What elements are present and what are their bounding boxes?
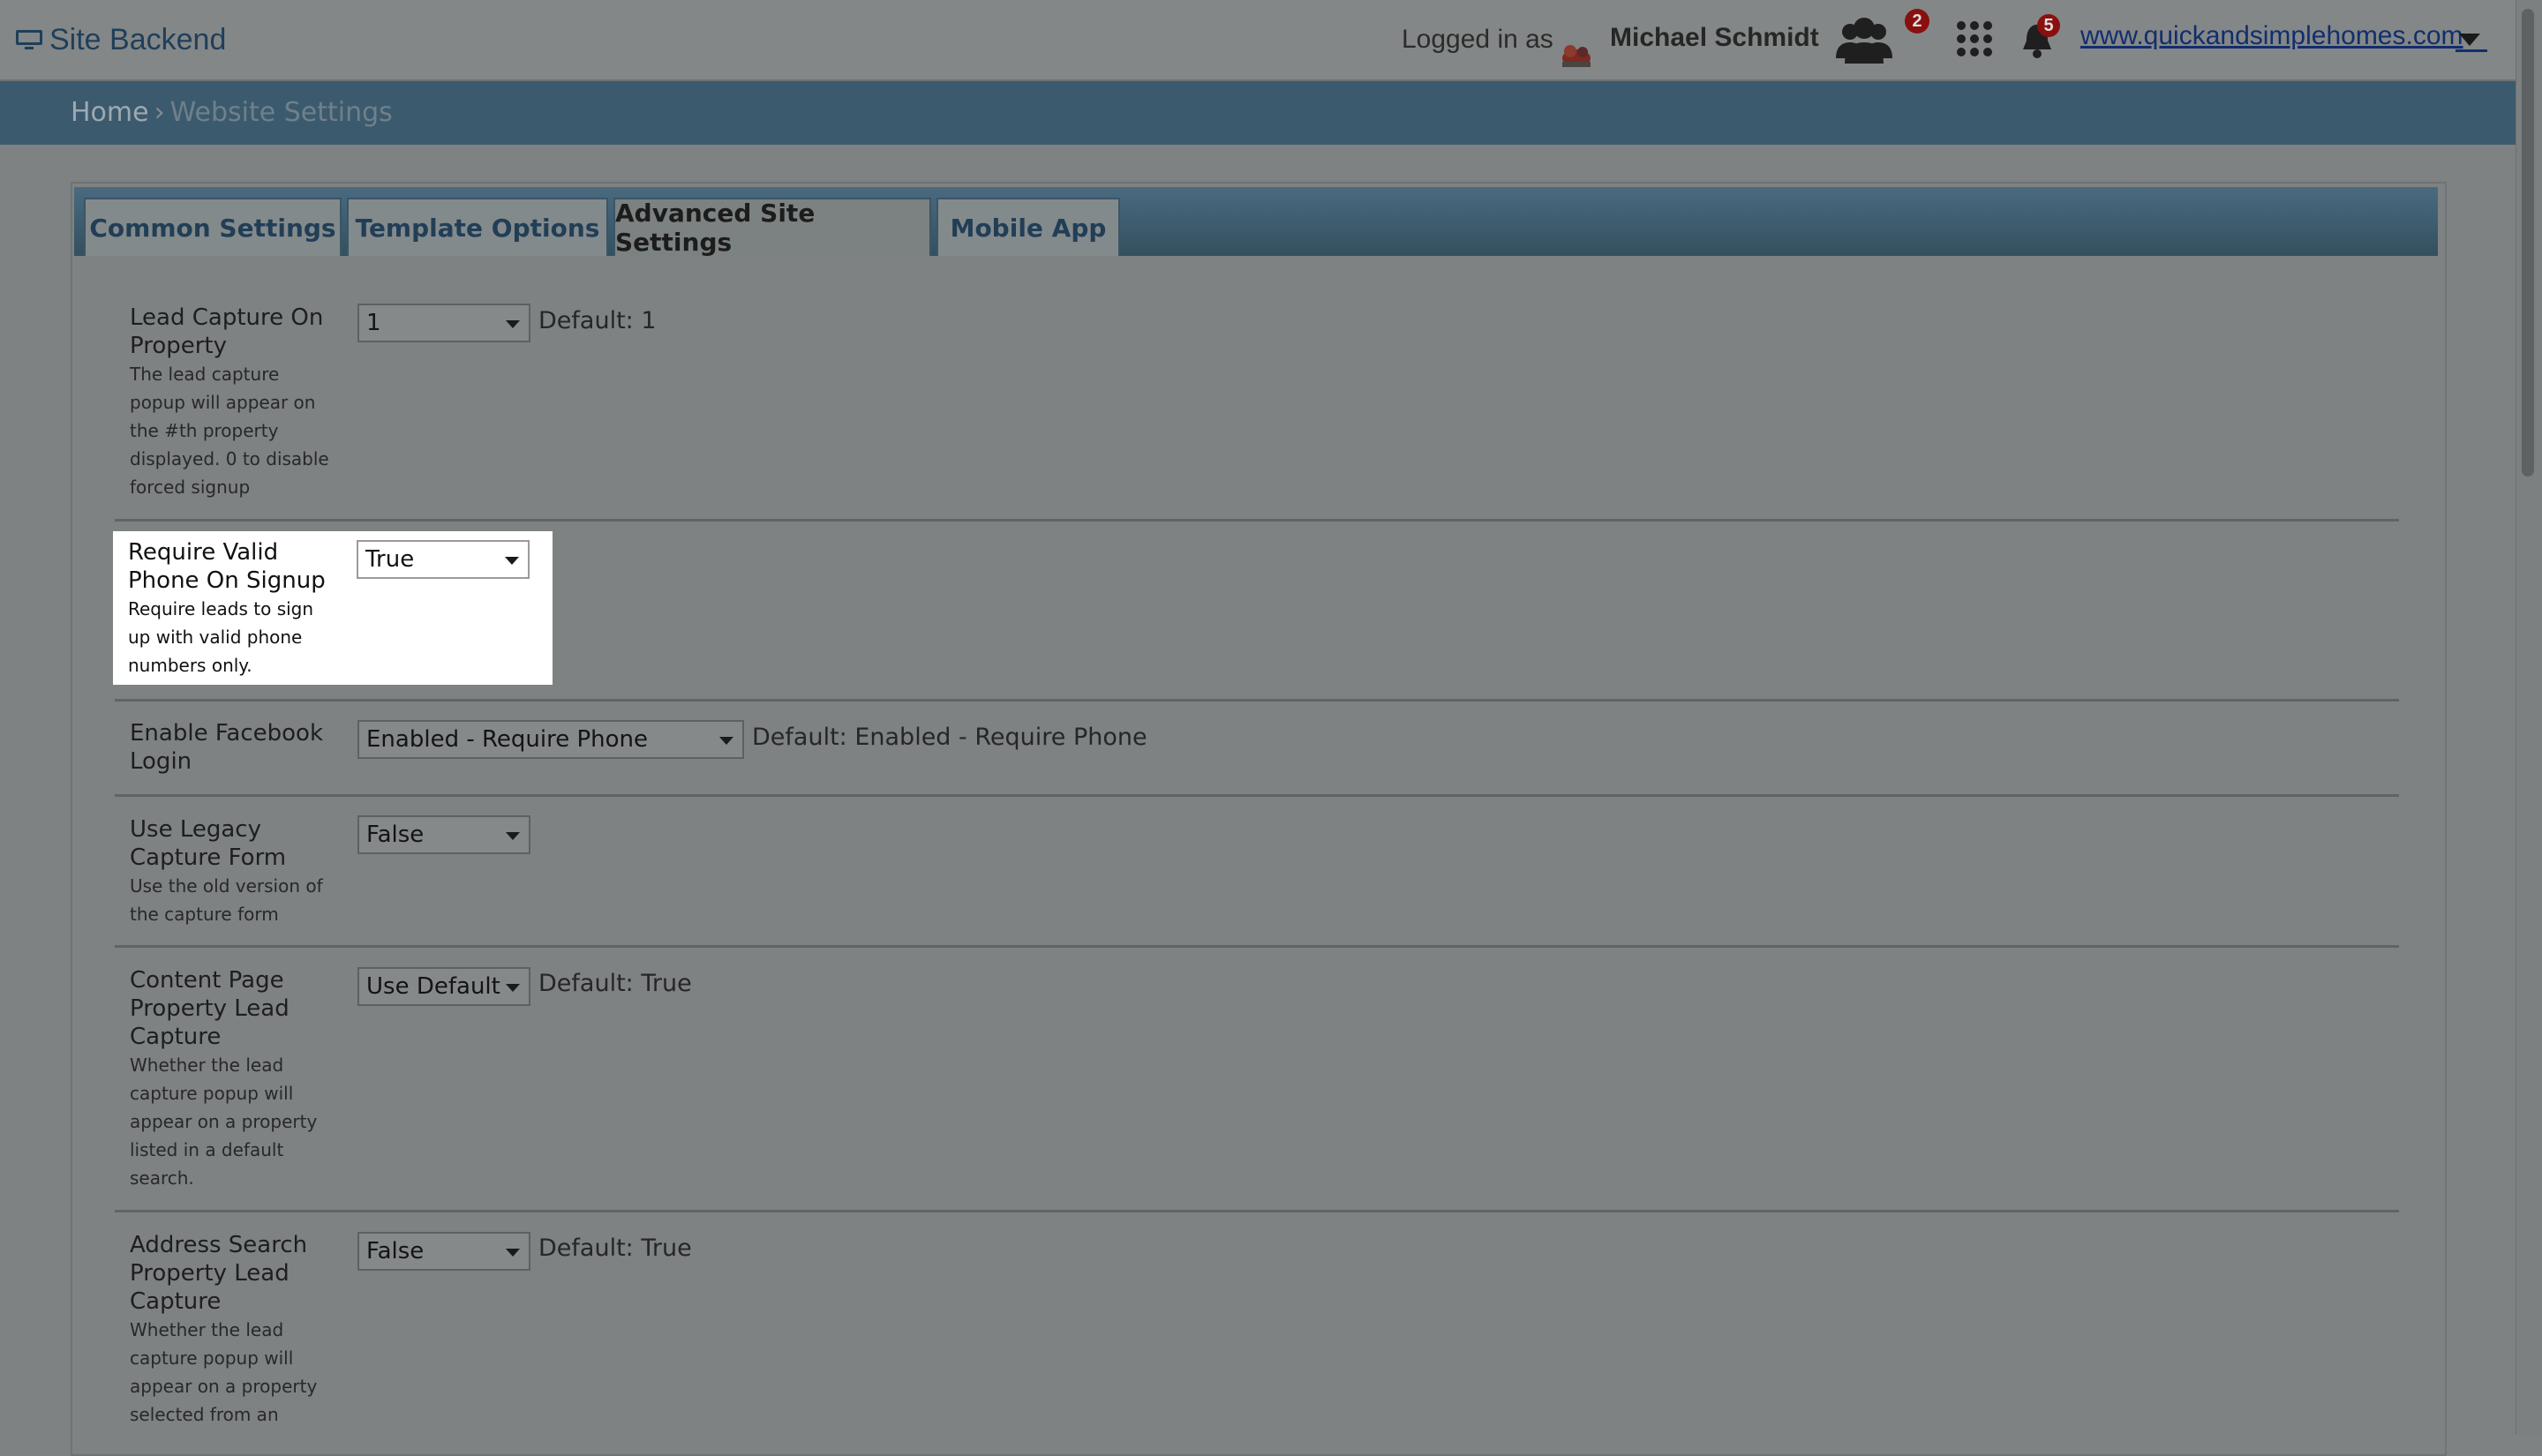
tab-mobile-app[interactable]: Mobile App	[936, 198, 1120, 256]
notifications-button[interactable]: 5	[2018, 14, 2062, 60]
scrollbar-thumb[interactable]	[2522, 9, 2534, 477]
avatar[interactable]	[1557, 35, 1596, 71]
users-badge: 2	[1905, 9, 1929, 34]
brand[interactable]: Site Backend	[16, 19, 226, 60]
monitor-icon	[16, 30, 42, 49]
setting-label-lead-capture: Lead Capture On Property	[130, 304, 324, 359]
legacy-form-select-value: False	[366, 822, 425, 848]
notifications-badge: 5	[2037, 14, 2060, 37]
chevron-down-icon	[505, 557, 519, 565]
site-selector-link[interactable]: www.quickandsimplehomes.com	[2080, 21, 2463, 51]
lead-capture-select-value: 1	[366, 310, 381, 336]
chevron-down-icon[interactable]	[2459, 34, 2480, 46]
site-link-underline	[2456, 49, 2487, 52]
tab-advanced-site-settings[interactable]: Advanced Site Settings	[613, 198, 931, 257]
setting-label-legacy-form: Use Legacy Capture Form	[130, 816, 287, 871]
row-divider	[115, 945, 2399, 948]
setting-desc-content-page-capture: Whether the lead capture popup will appe…	[130, 1054, 318, 1189]
row-divider	[115, 699, 2399, 702]
breadcrumb-current: Website Settings	[169, 97, 393, 128]
row-divider	[115, 519, 2399, 522]
chevron-down-icon	[506, 984, 520, 992]
facebook-login-default: Default: Enabled - Require Phone	[752, 724, 1147, 751]
users-menu-button[interactable]: 2	[1831, 9, 1929, 65]
chevron-down-icon	[506, 1249, 520, 1257]
users-icon	[1836, 18, 1892, 64]
setting-label-require-phone: Require Valid Phone On Signup	[128, 539, 326, 594]
setting-desc-require-phone: Require leads to sign up with valid phon…	[128, 598, 314, 676]
breadcrumb-separator: ›	[154, 97, 165, 128]
facebook-login-select-value: Enabled - Require Phone	[366, 726, 648, 753]
breadcrumb: Home › Website Settings	[71, 97, 393, 128]
tab-template-options[interactable]: Template Options	[347, 198, 608, 256]
setting-label-facebook-login: Enable Facebook Login	[130, 720, 323, 775]
require-phone-select-value: True	[365, 546, 415, 573]
address-search-capture-default: Default: True	[538, 1235, 692, 1262]
content-page-capture-default: Default: True	[538, 970, 692, 997]
top-bar: Site Backend Logged in as Michael Schmid…	[0, 0, 2516, 81]
setting-desc-address-search-capture: Whether the lead capture popup will appe…	[130, 1319, 318, 1425]
content-page-capture-select-value: Use Default	[366, 973, 500, 1000]
facebook-login-select[interactable]: Enabled - Require Phone	[357, 720, 744, 759]
lead-capture-default: Default: 1	[538, 307, 657, 334]
apps-grid-icon[interactable]	[1955, 19, 1994, 58]
address-search-capture-select-value: False	[366, 1238, 425, 1265]
highlighted-setting-row: Require Valid Phone On Signup Require le…	[113, 531, 553, 685]
row-divider	[115, 794, 2399, 797]
address-search-capture-select[interactable]: False	[357, 1232, 530, 1271]
legacy-form-select[interactable]: False	[357, 815, 530, 854]
require-phone-select[interactable]: True	[357, 540, 530, 579]
setting-label-content-page-capture: Content Page Property Lead Capture	[130, 967, 290, 1050]
setting-desc-legacy-form: Use the old version of the capture form	[130, 875, 323, 925]
breadcrumb-bar: Home › Website Settings	[0, 81, 2516, 145]
breadcrumb-home[interactable]: Home	[71, 97, 149, 128]
setting-desc-lead-capture: The lead capture popup will appear on th…	[130, 364, 329, 498]
setting-label-address-search-capture: Address Search Property Lead Capture	[130, 1232, 308, 1315]
content-page-capture-select[interactable]: Use Default	[357, 967, 530, 1006]
lead-capture-select[interactable]: 1	[357, 304, 530, 342]
chevron-down-icon	[506, 320, 520, 328]
user-name[interactable]: Michael Schmidt	[1610, 23, 1819, 53]
row-divider	[115, 1210, 2399, 1212]
tab-common-settings[interactable]: Common Settings	[84, 198, 342, 256]
brand-title: Site Backend	[49, 22, 227, 56]
chevron-down-icon	[719, 737, 733, 745]
logged-in-label: Logged in as	[1402, 25, 1553, 54]
chevron-down-icon	[506, 832, 520, 840]
